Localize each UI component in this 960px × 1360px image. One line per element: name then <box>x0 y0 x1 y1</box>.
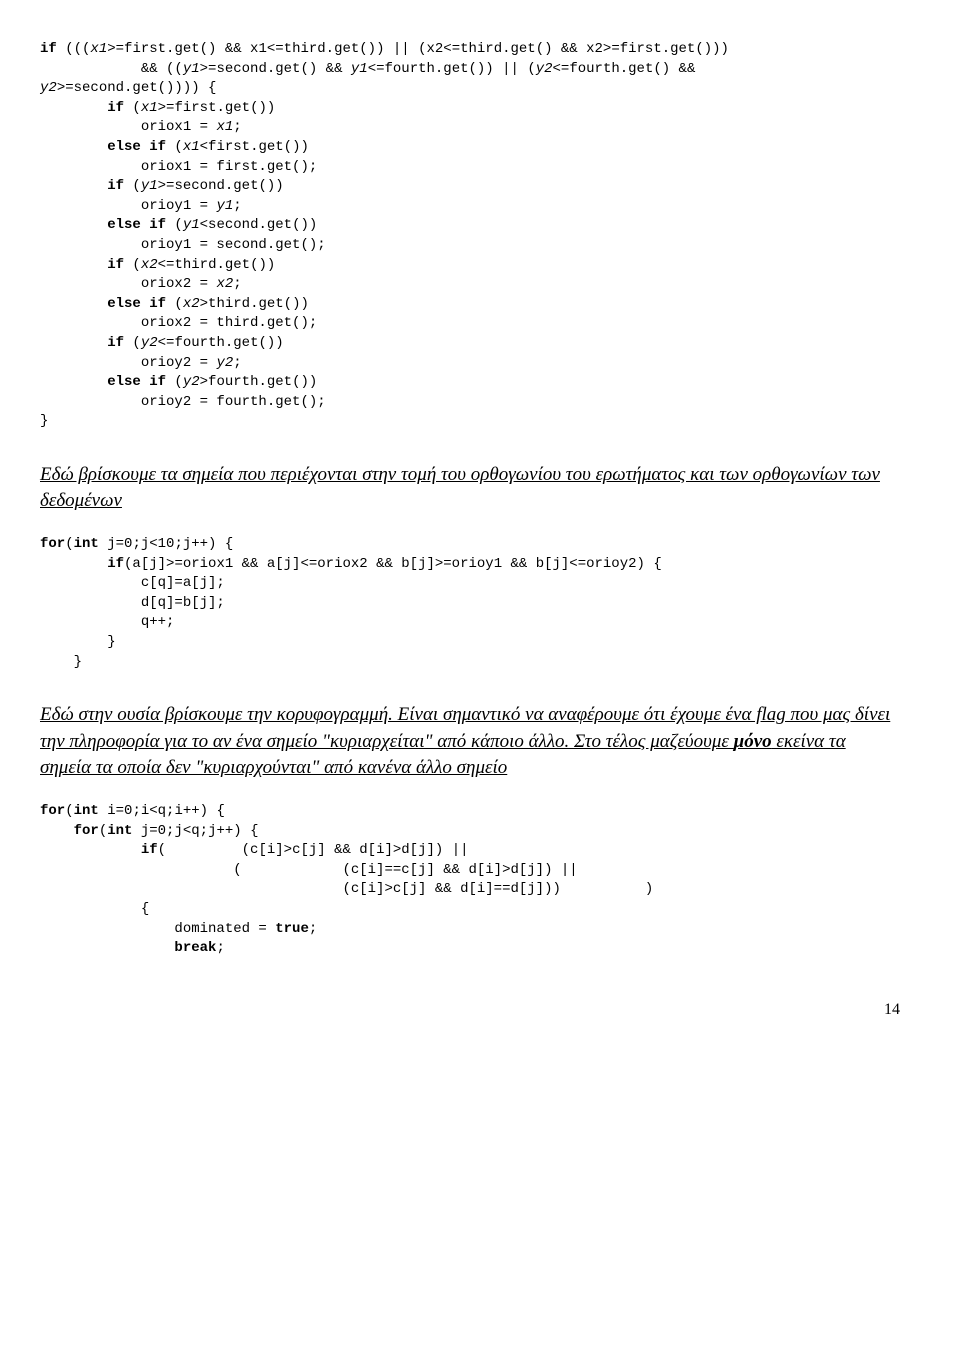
paragraph-1: Εδώ βρίσκουμε τα σημεία που περιέχονται … <box>40 462 900 515</box>
code-block-3: for(int i=0;i<q;i++) { for(int j=0;j<q;j… <box>40 802 900 959</box>
code-block-1: if (((x1>=first.get() && x1<=third.get()… <box>40 40 900 432</box>
paragraph-2: Εδώ στην ουσία βρίσκουμε την κορυφογραμμ… <box>40 702 900 782</box>
page-number: 14 <box>40 999 900 1021</box>
code-block-2: for(int j=0;j<10;j++) { if(a[j]>=oriox1 … <box>40 535 900 672</box>
